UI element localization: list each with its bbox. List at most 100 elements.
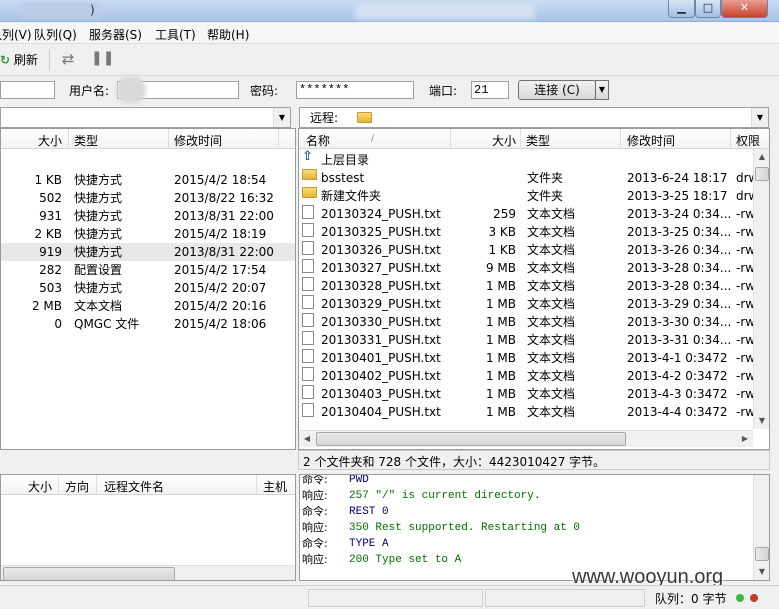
folder-icon bbox=[357, 111, 374, 125]
local-file-row[interactable]: 2 KB 快捷方式 2015/4/2 18:19 bbox=[1, 225, 295, 243]
username-input[interactable] bbox=[116, 76, 239, 104]
remote-file-row[interactable]: 20130326_PUSH.txt 1 KB 文本文档 2013-3-26 0:34.… bbox=[302, 241, 755, 259]
local-col-type[interactable]: 类型 bbox=[74, 132, 98, 149]
remote-col-mtime[interactable]: 修改时间 bbox=[627, 132, 675, 149]
local-file-size: 931 bbox=[39, 209, 62, 223]
remote-file-row[interactable]: 20130328_PUSH.txt 1 MB 文本文档 2013-3-28 0:34.… bbox=[302, 277, 755, 295]
remote-hscrollbar[interactable]: ◀ ▶ bbox=[299, 430, 753, 447]
chevron-down-icon[interactable]: ▼ bbox=[273, 108, 290, 127]
connect-button[interactable]: 连接 (C) bbox=[518, 80, 596, 100]
remote-vscrollbar[interactable]: ▲ ▼ bbox=[753, 149, 769, 429]
remote-status-text: 2 个文件夹和 728 个文件，大小：4423010427 字节。 bbox=[303, 455, 606, 469]
log-pane: 命令: PWD 响应: 257 "/" is current directory. 命令… bbox=[299, 474, 770, 581]
scroll-right-icon[interactable]: ▶ bbox=[737, 431, 753, 447]
remote-file-size: 1 MB bbox=[485, 351, 516, 365]
local-file-mtime: 2015/4/2 17:54 bbox=[174, 263, 267, 277]
window-title: ) bbox=[90, 3, 95, 17]
queue-col-host[interactable]: 主机 bbox=[263, 478, 287, 495]
remote-file-row[interactable]: 20130325_PUSH.txt 3 KB 文本文档 2013-3-25 0:34.… bbox=[302, 223, 755, 241]
local-file-type: 快捷方式 bbox=[74, 191, 123, 205]
local-file-row[interactable]: 502 快捷方式 2013/8/22 16:32 bbox=[1, 189, 295, 207]
minimize-button[interactable]: ▁ bbox=[668, 0, 695, 18]
local-col-mtime[interactable]: 修改时间 bbox=[174, 132, 222, 149]
scroll-down-icon[interactable]: ▼ bbox=[754, 413, 769, 429]
local-file-row[interactable]: 1 KB 快捷方式 2015/4/2 18:54 bbox=[1, 171, 295, 189]
log-text: REST 0 bbox=[349, 506, 389, 518]
remote-file-name: 20130331_PUSH.txt bbox=[321, 333, 441, 347]
queue-col-size[interactable]: 大小 bbox=[28, 478, 52, 495]
local-file-row[interactable]: 931 快捷方式 2013/8/31 22:00 bbox=[1, 207, 295, 225]
remote-folder-row[interactable]: 新建文件夹 文件夹 2013-3-25 18:17 drw bbox=[302, 187, 758, 205]
remote-file-size: 1 MB bbox=[485, 405, 516, 419]
queue-col-remote-name[interactable]: 远程文件名 bbox=[104, 478, 164, 495]
refresh-icon: ↻ bbox=[0, 53, 11, 67]
remote-file-size: 1 MB bbox=[485, 279, 516, 293]
remote-file-name: 20130328_PUSH.txt bbox=[321, 279, 441, 293]
port-input[interactable]: 21 bbox=[471, 81, 509, 99]
username-redacted bbox=[116, 76, 146, 104]
log-line: 响应: 257 "/" is current directory. bbox=[302, 488, 540, 504]
local-file-row[interactable]: 0 QMGC 文件 2015/4/2 18:06 bbox=[1, 315, 295, 333]
remote-col-perm[interactable]: 权限 bbox=[736, 132, 760, 149]
menu-help[interactable]: 帮助(H) bbox=[207, 26, 249, 43]
remote-file-type: 文本文档 bbox=[527, 243, 576, 257]
title-bar: ) ▁ □ ✕ bbox=[0, 0, 779, 22]
remote-file-row[interactable]: 20130331_PUSH.txt 1 MB 文本文档 2013-3-31 0:34.… bbox=[302, 331, 755, 349]
log-vscroll-thumb[interactable] bbox=[755, 547, 769, 561]
queue-hscroll-thumb[interactable] bbox=[3, 567, 175, 580]
local-file-row[interactable]: 503 快捷方式 2015/4/2 20:07 bbox=[1, 279, 295, 297]
queue-pane: 大小 方向 远程文件名 主机 bbox=[0, 474, 296, 581]
remote-col-name[interactable]: 名称 bbox=[306, 132, 330, 149]
status-led-icon bbox=[736, 594, 744, 602]
remote-file-name: 20130403_PUSH.txt bbox=[321, 387, 441, 401]
remote-file-type: 文件夹 bbox=[527, 189, 564, 203]
remote-file-type: 文本文档 bbox=[527, 225, 576, 239]
local-file-row[interactable]: 2 MB 文本文档 2015/4/2 20:16 bbox=[1, 297, 295, 315]
refresh-button[interactable]: ↻ 刷新 bbox=[0, 51, 38, 68]
remote-file-row[interactable]: 20130330_PUSH.txt 1 MB 文本文档 2013-3-30 0:34.… bbox=[302, 313, 755, 331]
scroll-left-icon[interactable]: ◀ bbox=[299, 431, 315, 447]
local-path-select[interactable]: ▼ bbox=[0, 107, 291, 128]
local-file-type: 快捷方式 bbox=[74, 227, 123, 241]
menu-view[interactable]: 队列(V) bbox=[0, 26, 32, 43]
connect-dropdown[interactable]: ▼ bbox=[595, 80, 609, 100]
local-file-type: 快捷方式 bbox=[74, 245, 123, 259]
host-input[interactable] bbox=[0, 81, 55, 99]
remote-file-type: 文本文档 bbox=[527, 261, 576, 275]
remote-file-row[interactable]: 20130324_PUSH.txt 259 文本文档 2013-3-24 0:34..… bbox=[302, 205, 755, 223]
remote-file-row[interactable]: 20130401_PUSH.txt 1 MB 文本文档 2013-4-1 0:3472… bbox=[302, 349, 755, 367]
remote-file-row[interactable]: 20130403_PUSH.txt 1 MB 文本文档 2013-4-3 0:3472… bbox=[302, 385, 755, 403]
local-file-row[interactable]: 919 快捷方式 2013/8/31 22:00 bbox=[1, 243, 295, 261]
remote-file-row[interactable]: 20130329_PUSH.txt 1 MB 文本文档 2013-3-29 0:34.… bbox=[302, 295, 755, 313]
remote-hscroll-thumb[interactable] bbox=[316, 432, 626, 446]
queue-col-direction[interactable]: 方向 bbox=[65, 478, 89, 495]
scroll-down-icon[interactable]: ▼ bbox=[754, 564, 769, 580]
log-vscrollbar[interactable]: ▼ bbox=[753, 475, 769, 580]
remote-file-size: 3 KB bbox=[488, 225, 516, 239]
password-input[interactable]: ******* bbox=[296, 81, 414, 99]
scroll-up-icon[interactable]: ▲ bbox=[754, 149, 769, 165]
log-line: 命令: REST 0 bbox=[302, 504, 389, 520]
remote-col-size[interactable]: 大小 bbox=[492, 132, 516, 149]
close-button[interactable]: ✕ bbox=[721, 0, 768, 18]
remote-file-row[interactable]: 20130327_PUSH.txt 9 MB 文本文档 2013-3-28 0:34.… bbox=[302, 259, 755, 277]
remote-file-mtime: 2013-3-30 0:34... bbox=[627, 315, 732, 329]
remote-vscroll-thumb[interactable] bbox=[755, 167, 769, 181]
chevron-down-icon[interactable]: ▼ bbox=[751, 108, 768, 127]
refresh-label: 刷新 bbox=[13, 53, 38, 67]
menu-tools[interactable]: 工具(T) bbox=[155, 26, 196, 43]
menu-server[interactable]: 服务器(S) bbox=[89, 26, 142, 43]
remote-file-row[interactable]: 20130404_PUSH.txt 1 MB 文本文档 2013-4-4 0:3472… bbox=[302, 403, 755, 421]
status-bar: 队列：0 字节 bbox=[0, 585, 779, 609]
menu-queue[interactable]: 队列(Q) bbox=[34, 26, 77, 43]
remote-file-type: 文本文档 bbox=[527, 207, 576, 221]
local-file-row[interactable]: 282 配置设置 2015/4/2 17:54 bbox=[1, 261, 295, 279]
queue-hscrollbar[interactable] bbox=[1, 565, 295, 580]
pause-icon[interactable]: ❚❚ bbox=[91, 50, 114, 70]
remote-col-type[interactable]: 类型 bbox=[526, 132, 550, 149]
maximize-button[interactable]: □ bbox=[695, 0, 721, 18]
local-col-size[interactable]: 大小 bbox=[38, 132, 62, 149]
remote-file-row[interactable]: 20130402_PUSH.txt 1 MB 文本文档 2013-4-2 0:3472… bbox=[302, 367, 755, 385]
disconnect-icon[interactable]: ⇄ bbox=[58, 50, 78, 70]
remote-folder-row[interactable]: bsstest 文件夹 2013-6-24 18:17 drw bbox=[302, 169, 758, 187]
